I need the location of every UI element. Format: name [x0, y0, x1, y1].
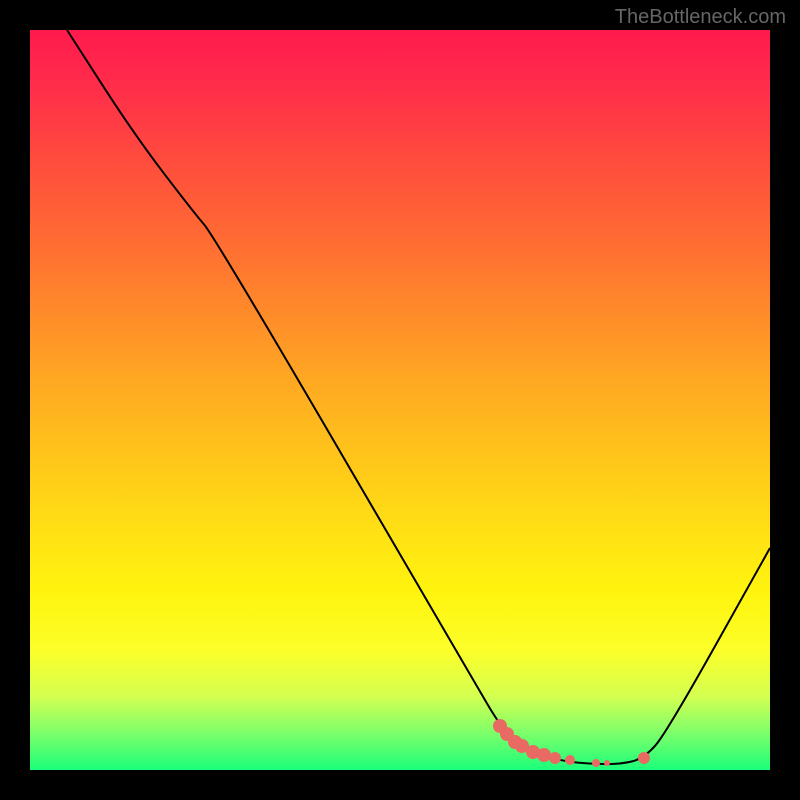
chart-area	[30, 30, 770, 770]
data-marker	[549, 752, 561, 764]
data-marker	[565, 755, 575, 765]
data-marker	[638, 752, 650, 764]
data-marker	[604, 760, 610, 766]
watermark-text: TheBottleneck.com	[615, 6, 786, 29]
markers-layer	[30, 30, 770, 770]
data-marker	[592, 759, 600, 767]
